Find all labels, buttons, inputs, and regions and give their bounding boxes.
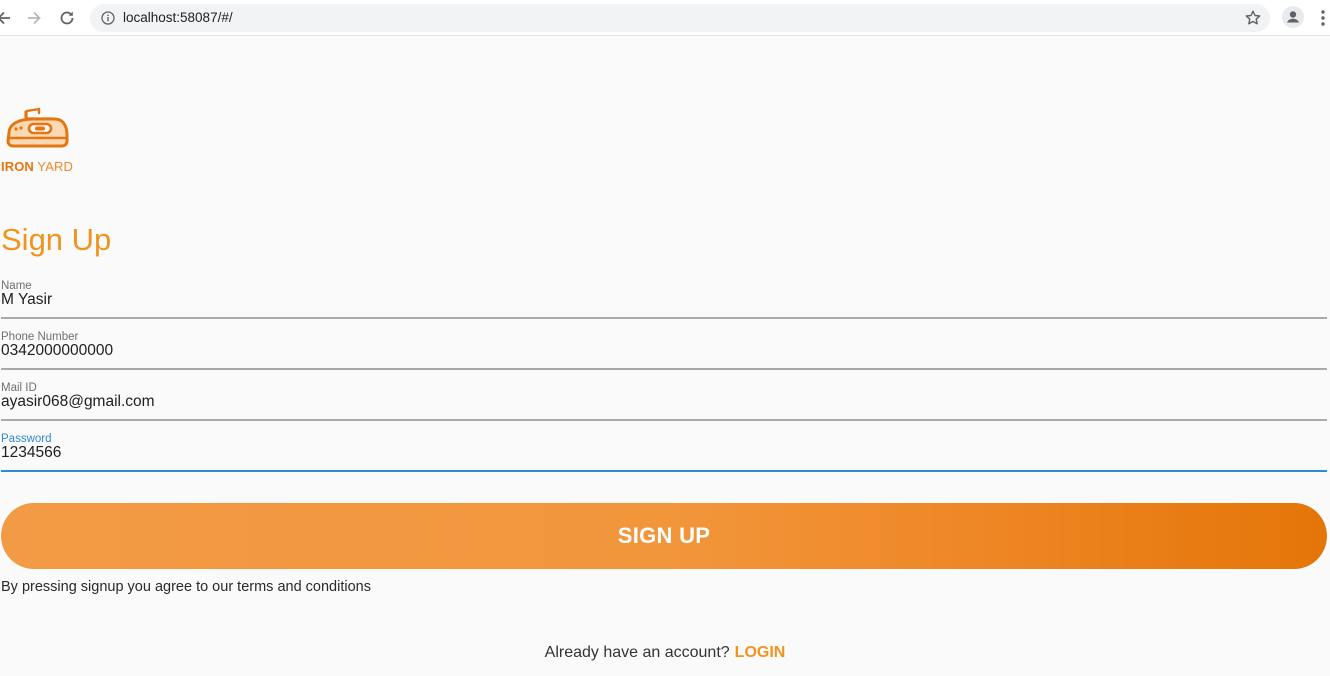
- info-icon[interactable]: [101, 11, 115, 25]
- mail-input[interactable]: [1, 393, 1301, 411]
- phone-underline: [1, 368, 1327, 370]
- name-input[interactable]: [1, 291, 1301, 309]
- forward-arrow-icon[interactable]: [24, 8, 44, 28]
- page-title: Sign Up: [1, 222, 112, 257]
- star-icon[interactable]: [1244, 9, 1262, 27]
- password-underline: [1, 470, 1327, 472]
- reload-icon[interactable]: [57, 8, 77, 28]
- brand-word-yard: YARD: [37, 159, 73, 174]
- browser-toolbar: localhost:58087/#/: [0, 0, 1330, 36]
- brand-word-iron: IRON: [1, 159, 34, 174]
- address-bar[interactable]: localhost:58087/#/: [90, 4, 1270, 32]
- phone-input[interactable]: [1, 342, 1301, 360]
- brand-name: IRON YARD: [1, 159, 73, 174]
- login-prompt-text: Already have an account?: [544, 644, 730, 661]
- back-arrow-icon[interactable]: [0, 8, 14, 28]
- iron-icon: [6, 107, 69, 148]
- name-field[interactable]: Name: [1, 280, 1327, 320]
- mail-field[interactable]: Mail ID: [1, 382, 1327, 422]
- terms-text: By pressing signup you agree to our term…: [1, 579, 371, 595]
- password-field[interactable]: Password: [1, 433, 1327, 473]
- mail-underline: [1, 419, 1327, 421]
- url-text: localhost:58087/#/: [123, 10, 233, 25]
- name-underline: [1, 317, 1327, 319]
- phone-field[interactable]: Phone Number: [1, 331, 1327, 371]
- login-link[interactable]: LOGIN: [735, 644, 786, 661]
- login-prompt-row: Already have an account? LOGIN: [0, 644, 1330, 662]
- profile-icon[interactable]: [1282, 6, 1304, 28]
- signup-button[interactable]: SIGN UP: [1, 503, 1327, 569]
- more-menu-icon[interactable]: [1320, 9, 1326, 27]
- password-input[interactable]: [1, 444, 1301, 462]
